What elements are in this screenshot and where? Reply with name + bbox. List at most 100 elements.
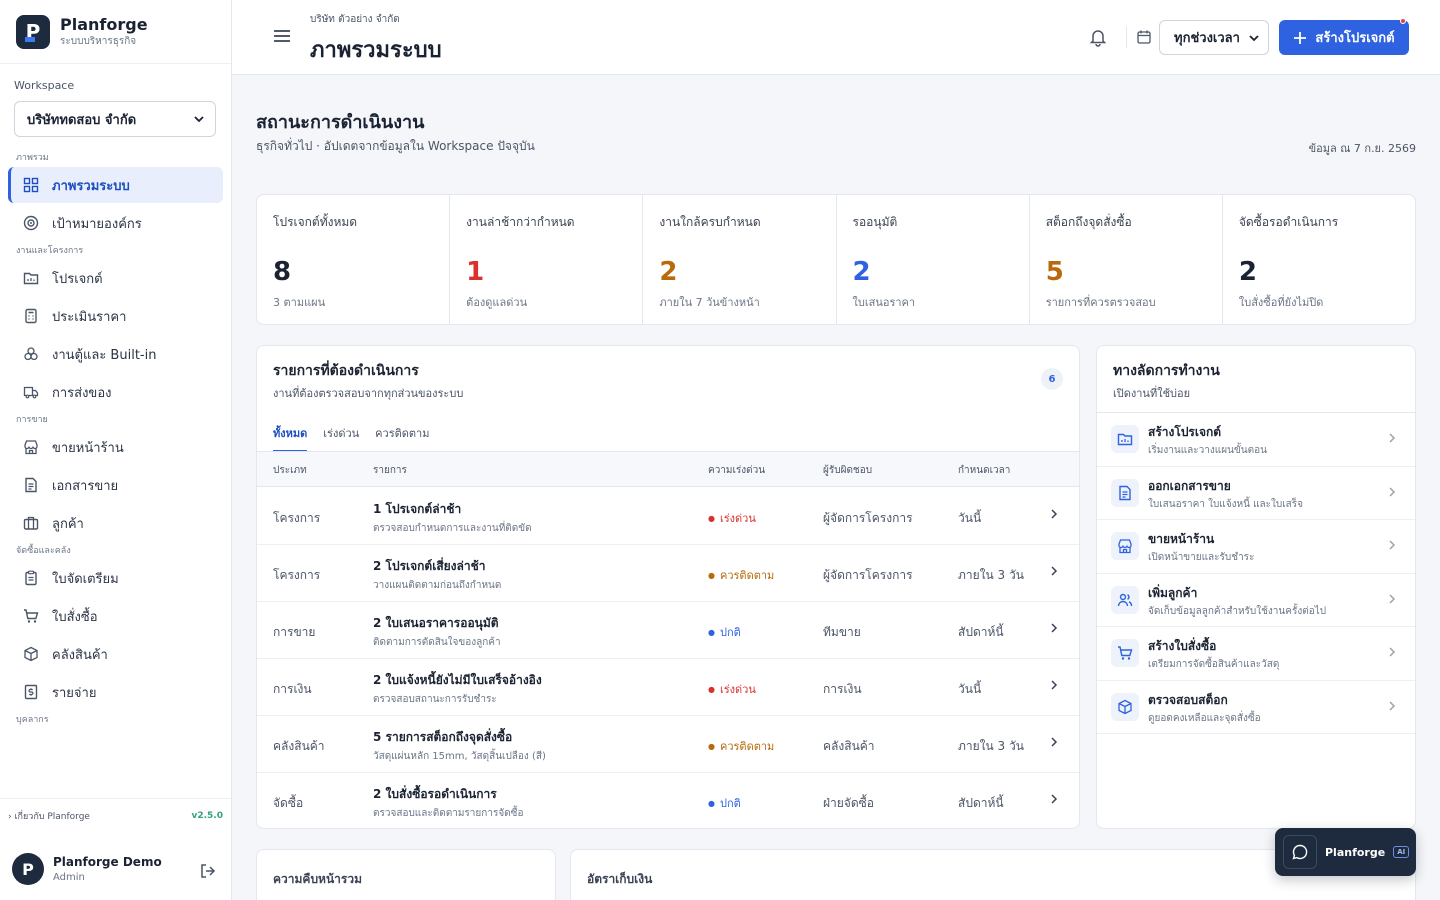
shortcut-description: จัดเก็บข้อมูลลูกค้าสำหรับใช้งานครั้งต่อไ… (1148, 605, 1327, 617)
chevron-down-icon (194, 116, 204, 123)
kpi-label: งานใกล้ครบกำหนด (659, 215, 761, 229)
tab-0[interactable]: ทั้งหมด (273, 424, 308, 452)
sidebar-item-target[interactable]: เป้าหมายองค์กร (8, 205, 223, 241)
workspace-label: Workspace (14, 79, 75, 92)
sidebar-item-truck[interactable]: การส่งของ (8, 374, 223, 410)
tab-1[interactable]: เร่งด่วน (323, 424, 359, 452)
chevron-right-icon[interactable] (1049, 565, 1059, 580)
sidebar-item-calculator[interactable]: ประเมินราคา (8, 298, 223, 334)
table-row[interactable]: จัดซื้อ 2 ใบสั่งซื้อรอดำเนินการ ตรวจสอบและ… (257, 773, 1079, 828)
table-row[interactable]: การเงิน 2 ใบแจ้งหนี้ยังไม่มีใบเสร็จอ้างอิ… (257, 659, 1079, 716)
cart-icon (22, 607, 40, 625)
row-due: ภายใน 3 วัน (958, 739, 1024, 753)
table-row[interactable]: โครงการ 2 โปรเจกต์เสี่ยงล่าช้า วางแผนติดตา… (257, 545, 1079, 602)
tab-2[interactable]: ควรติดตาม (375, 424, 429, 452)
row-type: โครงการ (273, 568, 321, 582)
store-icon (1111, 532, 1139, 560)
shortcut-description: เปิดหน้าขายและรับชำระ (1148, 552, 1255, 563)
row-title: 5 รายการสต็อกถึงจุดสั่งซื้อ (373, 730, 513, 744)
priority-badge: เร่งด่วน (708, 509, 756, 527)
shortcut-name: สร้างใบสั่งซื้อ (1148, 639, 1217, 653)
chevron-right-icon[interactable] (1049, 508, 1059, 523)
clipboard-icon (22, 569, 40, 587)
chevron-right-icon[interactable] (1049, 622, 1059, 637)
priority-badge: ควรติดตาม (708, 566, 774, 584)
priority-badge: ปกติ (708, 794, 741, 812)
sidebar-item-grid[interactable]: ภาพรวมระบบ (8, 167, 223, 203)
shortcut-item[interactable]: ออกเอกสารขายใบเสนอราคา ใบแจ้งหนี้ และใบเ… (1097, 467, 1415, 520)
priority-badge: ควรติดตาม (708, 737, 774, 755)
sidebar-item-cart[interactable]: ใบสั่งซื้อ (8, 598, 223, 634)
nav-section-label: การขาย (16, 415, 48, 425)
kpi-card[interactable]: โปรเจกต์ทั้งหมด 8 3 ตามแผน (257, 195, 451, 324)
shortcut-name: ออกเอกสารขาย (1148, 478, 1231, 493)
kpi-card[interactable]: รออนุมัติ 2 ใบเสนอราคา (837, 195, 1030, 324)
col-priority: ความเร่งด่วน (708, 465, 766, 476)
create-project-button[interactable]: สร้างโปรเจกต์ (1279, 18, 1409, 55)
shortcut-name: สร้างโปรเจกต์ (1148, 425, 1222, 439)
user-name: Planforge Demo (53, 855, 162, 869)
shortcut-item[interactable]: เพิ่มลูกค้า จัดเก็บข้อมูลลูกค้าสำหรับใช้ง… (1097, 574, 1415, 627)
bell-icon[interactable] (1088, 27, 1108, 47)
ai-assistant-name: Planforge (1325, 845, 1386, 859)
col-item: รายการ (373, 465, 407, 476)
logout-icon[interactable] (199, 862, 217, 880)
sidebar-item-money[interactable]: รายจ่าย (8, 674, 223, 710)
breadcrumb[interactable]: บริษัท ตัวอย่าง จำกัด (310, 12, 400, 27)
user-profile[interactable]: P Planforge Demo Admin (0, 838, 231, 900)
sidebar-item-label: ใบสั่งซื้อ (52, 609, 98, 625)
project-icon (1111, 425, 1139, 453)
nav-section-label: ภาพรวม (16, 153, 49, 163)
shortcut-description: ใบเสนอราคา ใบแจ้งหนี้ และใบเสร็จ (1148, 498, 1304, 510)
project-icon (22, 269, 40, 287)
row-owner: ทีมขาย (823, 625, 861, 639)
kpi-card[interactable]: งานใกล้ครบกำหนด 2 ภายใน 7 วันข้างหน้า (643, 195, 837, 324)
time-range-select[interactable]: ทุกช่วงเวลา (1159, 20, 1269, 55)
shortcuts-subtitle: เปิดงานที่ใช้บ่อย (1113, 387, 1191, 400)
workspace-select[interactable]: บริษัททดสอบ จำกัด (14, 101, 216, 137)
kpi-card[interactable]: สต็อกถึงจุดสั่งซื้อ 5 รายการที่ควรตรวจสอบ (1030, 195, 1223, 324)
kpi-card[interactable]: จัดซื้อรอดำเนินการ 2 ใบสั่งซื้อที่ยังไม่ปิ… (1223, 195, 1415, 324)
sidebar-item-clipboard[interactable]: ใบจัดเตรียม (8, 560, 223, 596)
about-link[interactable]: › เกี่ยวกับ Planforge v2.5.0 (0, 798, 231, 832)
sidebar-item-box[interactable]: คลังสินค้า (8, 636, 223, 672)
create-project-label: สร้างโปรเจกต์ (1315, 31, 1395, 46)
table-row[interactable]: การขาย 2 ใบเสนอราคารออนุมัติ ติดตามการตัดส… (257, 602, 1079, 659)
tasks-panel: รายการที่ต้องดำเนินการ งานที่ต้องตรวจสอบ… (256, 345, 1080, 829)
shortcuts-panel: ทางลัดการทำงาน เปิดงานที่ใช้บ่อย สร้างโป… (1096, 345, 1416, 829)
sidebar-item-store[interactable]: ขายหน้าร้าน (8, 429, 223, 465)
row-description: ตรวจสอบสถานะการรับชำระ (373, 694, 497, 705)
ai-assistant-button[interactable]: Planforge AI (1275, 828, 1416, 876)
sidebar-item-customer[interactable]: ลูกค้า (8, 505, 223, 541)
row-owner: ผู้จัดการโครงการ (823, 568, 913, 582)
row-type: โครงการ (273, 511, 321, 525)
box-icon (22, 645, 40, 663)
chevron-right-icon[interactable] (1049, 736, 1059, 751)
collection-card-title: อัตราเก็บเงิน (587, 872, 653, 886)
sidebar-item-document[interactable]: เอกสารขาย (8, 467, 223, 503)
notification-dot (1400, 18, 1406, 24)
shortcut-item[interactable]: ขายหน้าร้าน เปิดหน้าขายและรับชำระ (1097, 520, 1415, 574)
kpi-card[interactable]: งานล่าช้ากว่ากำหนด 1 ต้องดูแลด่วน (450, 195, 644, 324)
col-owner: ผู้รับผิดชอบ (823, 465, 873, 476)
kpi-note: ใบสั่งซื้อที่ยังไม่ปิด (1238, 296, 1324, 309)
hamburger-menu-icon[interactable] (272, 26, 292, 46)
chevron-right-icon[interactable] (1049, 793, 1059, 808)
row-due: วันนี้ (958, 511, 982, 525)
sidebar-item-label: ภาพรวมระบบ (52, 178, 130, 194)
sidebar-item-cabinet[interactable]: งานตู้และ Built-in (8, 336, 223, 372)
chevron-right-icon[interactable] (1049, 679, 1059, 694)
sidebar-item-project[interactable]: โปรเจกต์ (8, 260, 223, 296)
shortcut-item[interactable]: สร้างใบสั่งซื้อ เตรียมการจัดซื้อสินค้าและ… (1097, 627, 1415, 681)
table-row[interactable]: โครงการ 1 โปรเจกต์ล่าช้า ตรวจสอบกำหนดการแล… (257, 488, 1079, 545)
box-icon (1111, 692, 1139, 721)
brand[interactable]: P Planforge ระบบบริหารธุรกิจ (0, 0, 231, 64)
shortcut-item[interactable]: สร้างโปรเจกต์ เริ่มงานและวางแผนขั้นตอน (1097, 413, 1415, 467)
sidebar-item-label: งานตู้และ Built-in (52, 347, 157, 363)
about-label: › เกี่ยวกับ Planforge (8, 811, 90, 822)
users-icon (1111, 585, 1139, 614)
store-icon (22, 438, 40, 456)
shortcut-item[interactable]: ตรวจสอบสต็อก ดูยอดคงเหลือและจุดสั่งซื้อ (1097, 681, 1415, 734)
sidebar-item-label: ใบจัดเตรียม (52, 571, 119, 587)
table-row[interactable]: คลังสินค้า 5 รายการสต็อกถึงจุดสั่งซื้อ วัส… (257, 716, 1079, 773)
